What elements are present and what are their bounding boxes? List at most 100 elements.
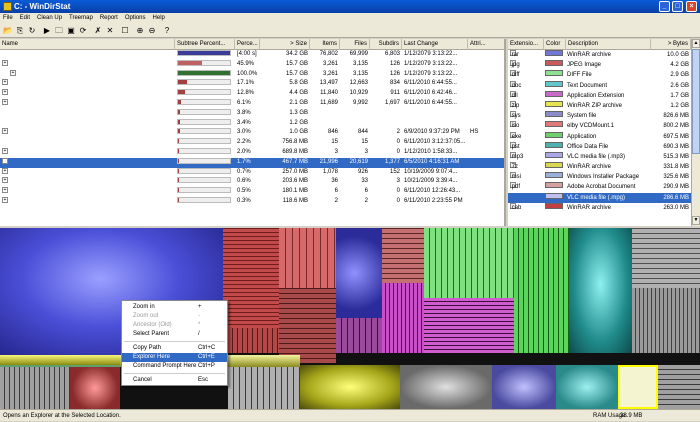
extension-row[interactable]: .pdf Adobe Acrobat Document 290.9 MB bbox=[508, 182, 691, 192]
cmd-icon[interactable]: ▣ bbox=[66, 26, 76, 36]
help-icon[interactable]: ? bbox=[162, 26, 172, 36]
treemap-block[interactable] bbox=[492, 365, 556, 409]
tree-row[interactable]: +drivers0.6%203.6 MB3633310/21/2009 3:39… bbox=[0, 177, 504, 187]
explorer-icon[interactable]: 🗀 bbox=[54, 26, 64, 36]
tree-row[interactable]: +recovered45.9%15.7 GB3,2613,1351261/12/… bbox=[0, 59, 504, 70]
treemap-block[interactable] bbox=[556, 365, 618, 409]
directory-tree[interactable]: Name Subtree Percent... Perce... > Size … bbox=[0, 39, 506, 226]
play-icon[interactable]: ▶ bbox=[42, 26, 52, 36]
tree-row[interactable]: +hmi1.7%467.7 MB21,99620,6191,3776/5/201… bbox=[0, 157, 504, 168]
context-menu-item-copy-path[interactable]: Copy Path Ctrl+C bbox=[122, 344, 227, 353]
treemap-block[interactable] bbox=[632, 288, 700, 353]
delete-icon[interactable]: ✕ bbox=[105, 26, 115, 36]
menu-treemap[interactable]: Treemap bbox=[69, 15, 93, 21]
menu-options[interactable]: Options bbox=[125, 15, 146, 21]
extension-row[interactable]: .pst Office Data File 690.3 MB bbox=[508, 141, 691, 152]
treemap-block[interactable] bbox=[424, 298, 514, 353]
expand-icon[interactable]: + bbox=[2, 147, 8, 154]
col-subdirs-header[interactable]: Subdirs bbox=[370, 39, 402, 50]
zoom-out-icon[interactable]: ⊖ bbox=[147, 26, 157, 36]
delete-recycle-icon[interactable]: ✗ bbox=[93, 26, 103, 36]
copy-icon[interactable]: ⎘ bbox=[15, 26, 25, 36]
menu-clean-up[interactable]: Clean Up bbox=[37, 15, 62, 21]
treemap-block[interactable] bbox=[300, 365, 400, 409]
tree-row[interactable]: +Documents and Settings6.1%2.1 GB11,6899… bbox=[0, 98, 504, 109]
treemap-block[interactable] bbox=[70, 367, 120, 409]
expand-icon[interactable]: + bbox=[2, 128, 8, 135]
treemap-block[interactable] bbox=[223, 328, 279, 353]
expand-icon[interactable]: + bbox=[2, 187, 8, 194]
treemap-block[interactable] bbox=[0, 355, 120, 365]
treemap-block[interactable] bbox=[0, 367, 70, 409]
tree-row[interactable]: +Sample Databases0.5%180.1 MB6606/11/201… bbox=[0, 187, 504, 197]
extension-row[interactable]: .7z WinRAR archive 331.8 MB bbox=[508, 162, 691, 172]
menu-help[interactable]: Help bbox=[153, 15, 165, 21]
context-menu-item-cancel[interactable]: Cancel Esc bbox=[122, 376, 227, 385]
expand-icon[interactable]: + bbox=[2, 59, 8, 66]
col-percent-header[interactable]: Perce... bbox=[235, 39, 260, 50]
extension-row[interactable]: .diff DIFF File 2.9 GB bbox=[508, 70, 691, 80]
expand-icon[interactable]: + bbox=[2, 177, 8, 184]
col-color-header[interactable]: Color bbox=[544, 39, 566, 50]
treemap-block[interactable] bbox=[514, 228, 569, 353]
context-menu-item-select-parent[interactable]: Select Parent / bbox=[122, 330, 227, 339]
expand-icon[interactable]: + bbox=[2, 196, 8, 203]
tree-row[interactable]: +WINDOWS17.1%5.8 GB13,49712,6638346/11/2… bbox=[0, 79, 504, 89]
extension-row[interactable]: .dll Application Extension 1.7 GB bbox=[508, 90, 691, 101]
expand-icon[interactable]: + bbox=[10, 69, 16, 76]
expand-icon[interactable]: + bbox=[2, 157, 8, 164]
extension-row[interactable]: .cab WinRAR archive 263.0 MB bbox=[508, 202, 691, 213]
col-files-header[interactable]: Files bbox=[340, 39, 370, 50]
refresh-icon[interactable]: ↻ bbox=[27, 26, 37, 36]
treemap-block[interactable] bbox=[382, 228, 424, 283]
minimize-icon[interactable]: _ bbox=[659, 1, 670, 12]
tree-row[interactable]: +OfficeMails2.0%689.8 MB3301/12/2010 1:5… bbox=[0, 147, 504, 158]
col-name-header[interactable]: Name bbox=[0, 39, 175, 50]
extension-list[interactable]: Extensio... Color Description > Bytes .r… bbox=[508, 39, 691, 226]
col-last-change-header[interactable]: Last Change bbox=[402, 39, 468, 50]
treemap-block[interactable] bbox=[382, 283, 424, 353]
menu-edit[interactable]: Edit bbox=[20, 15, 30, 21]
scroll-up-icon[interactable]: ▲ bbox=[692, 39, 700, 48]
col-attributes-header[interactable]: Attri... bbox=[468, 39, 504, 50]
treemap-block[interactable] bbox=[632, 228, 700, 288]
treemap-block[interactable] bbox=[279, 288, 336, 363]
tree-row[interactable]: +downloads0.3%118.6 MB2206/11/2010 2:23:… bbox=[0, 196, 504, 207]
col-subtree-header[interactable]: Subtree Percent... bbox=[175, 39, 235, 50]
context-menu-item-command-prompt-here[interactable]: Command Prompt Here Ctrl+P bbox=[122, 362, 227, 371]
treemap-block[interactable] bbox=[658, 365, 700, 409]
extension-row[interactable]: .msi Windows Installer Package 325.6 MB bbox=[508, 172, 691, 182]
extension-row[interactable]: .doc Text Document 2.6 GB bbox=[508, 80, 691, 91]
scroll-down-icon[interactable]: ▼ bbox=[692, 216, 700, 225]
expand-icon[interactable]: + bbox=[2, 89, 8, 96]
treemap-selected-block[interactable] bbox=[618, 365, 658, 409]
treemap-block[interactable] bbox=[569, 228, 632, 353]
properties-icon[interactable]: ☐ bbox=[120, 26, 130, 36]
treemap-block[interactable] bbox=[223, 228, 279, 328]
extension-scrollbar[interactable]: ▲ ▼ bbox=[691, 39, 700, 226]
col-size-header[interactable]: > Size bbox=[260, 39, 310, 50]
tree-row[interactable]: <Unknown>3.4%1.2 GB bbox=[0, 118, 504, 129]
extension-row[interactable]: .mp3 VLC media file (.mp3) 515.3 MB bbox=[508, 151, 691, 162]
menu-report[interactable]: Report bbox=[100, 15, 118, 21]
col-items-header[interactable]: Items bbox=[310, 39, 340, 50]
refresh-all-icon[interactable]: ⟳ bbox=[78, 26, 88, 36]
treemap-block[interactable] bbox=[336, 228, 382, 318]
close-icon[interactable]: × bbox=[686, 1, 697, 12]
treemap-block[interactable] bbox=[228, 367, 300, 409]
tree-row[interactable]: <Files>2.2%756.8 MB151506/11/2010 3:12:3… bbox=[0, 138, 504, 148]
treemap-block[interactable] bbox=[336, 318, 382, 353]
treemap[interactable] bbox=[0, 228, 700, 409]
extension-row[interactable]: .exe Application 697.5 MB bbox=[508, 131, 691, 142]
extension-row[interactable]: .mpgVLC media file (.mpg)286.6 MB bbox=[508, 192, 691, 203]
tree-row[interactable]: <Free Space>3.8%1.3 GB bbox=[0, 108, 504, 119]
context-menu-item-explorer-here[interactable]: Explorer Here Ctrl+E bbox=[122, 353, 227, 362]
zoom-in-icon[interactable]: ⊕ bbox=[135, 26, 145, 36]
extension-row[interactable]: .jpg JPEG Image 4.2 GB bbox=[508, 60, 691, 70]
tree-row[interactable]: (C:)[4:00 s]34.2 GB76,80269,9996,8031/12… bbox=[0, 50, 504, 60]
tree-row[interactable]: +ROOT100.0%15.7 GB3,2613,1351261/12/2079… bbox=[0, 69, 504, 80]
col-extension-header[interactable]: Extensio... bbox=[508, 39, 544, 50]
expand-icon[interactable]: + bbox=[2, 98, 8, 105]
expand-icon[interactable]: + bbox=[2, 167, 8, 174]
tree-row[interactable]: +Program Files12.8%4.4 GB11,84010,929911… bbox=[0, 89, 504, 99]
